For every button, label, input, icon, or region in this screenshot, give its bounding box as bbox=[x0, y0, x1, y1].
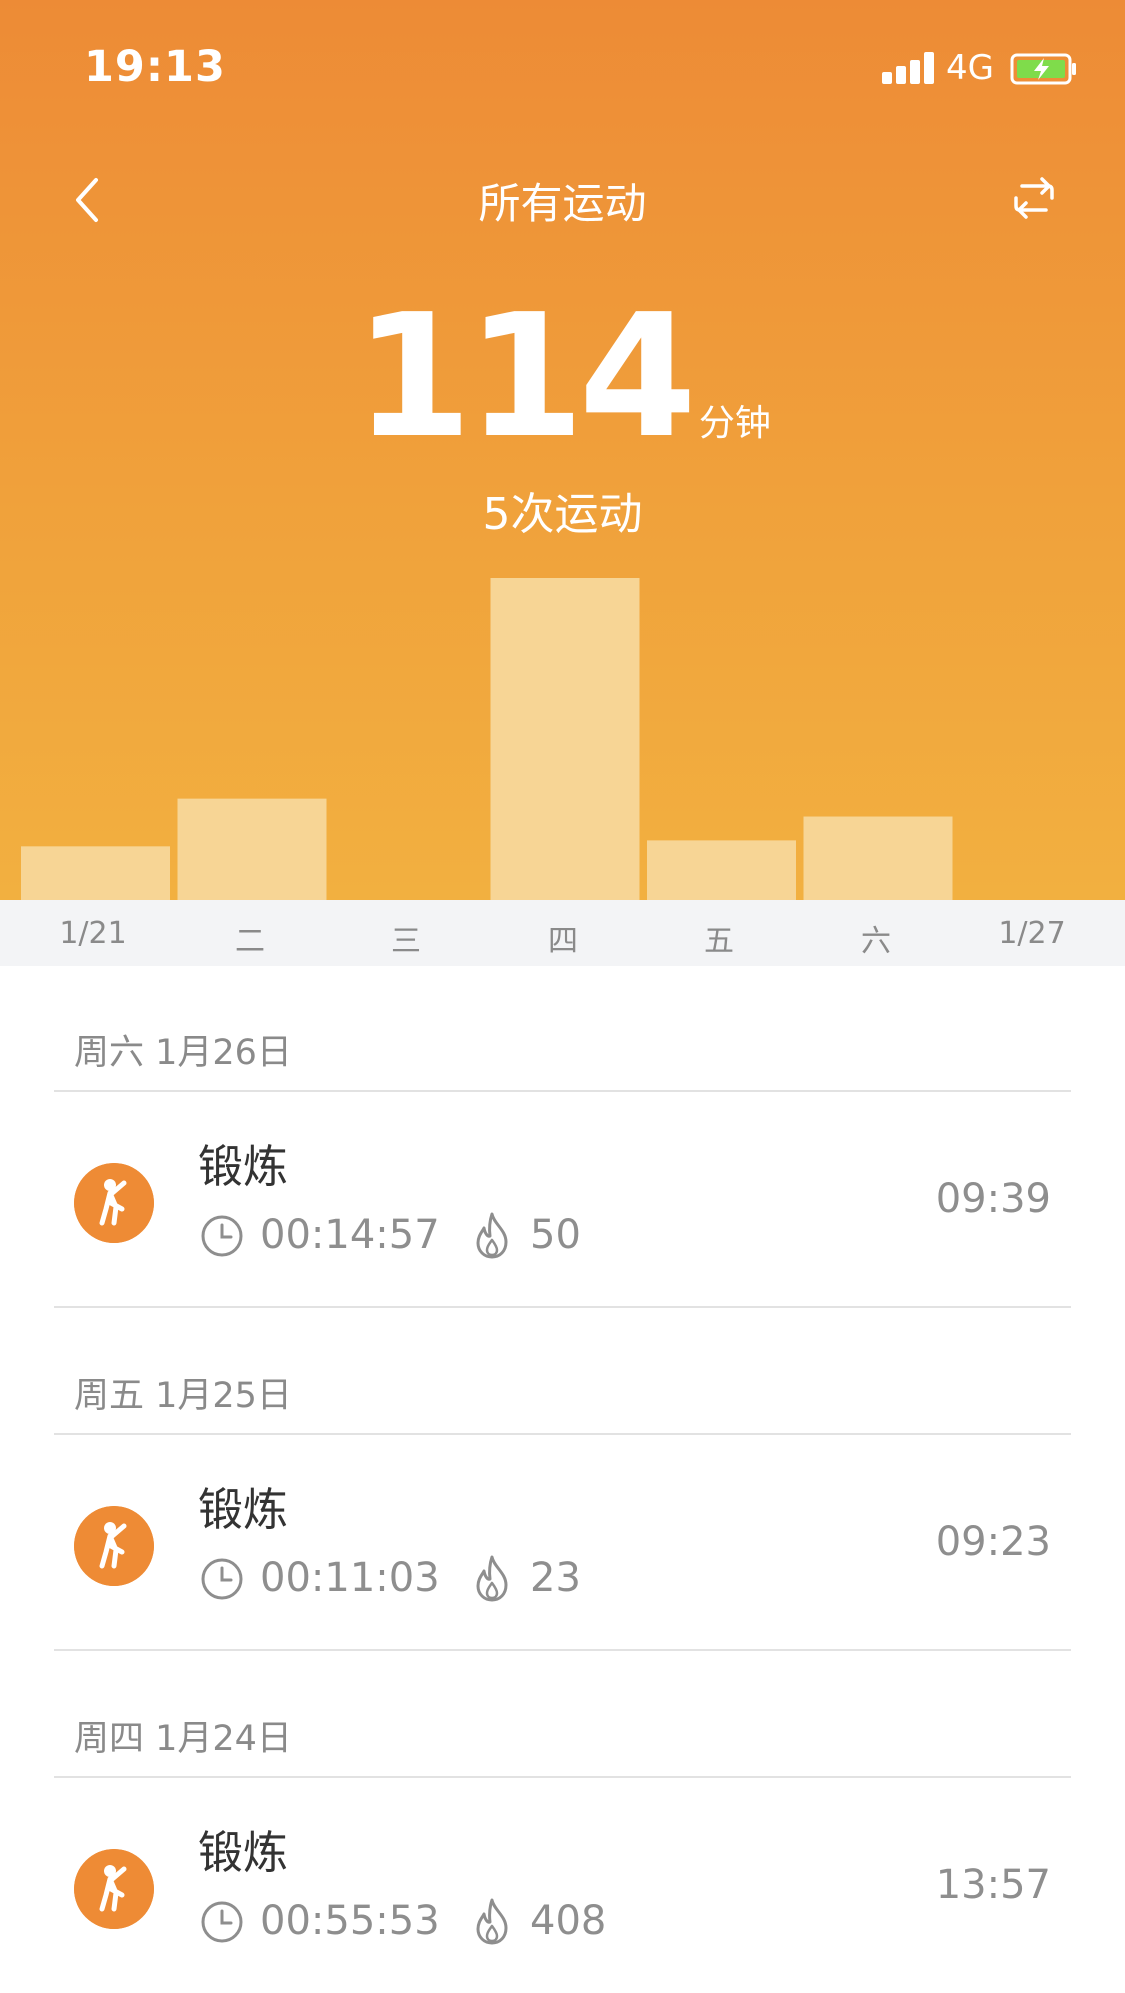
clock-icon bbox=[201, 1901, 243, 1943]
summary-header: 19:13 4G 所有运动 114 分钟 5次运动 bbox=[0, 0, 1125, 900]
x-tick-label: 三 bbox=[391, 924, 421, 959]
flame-icon bbox=[476, 1898, 508, 1945]
workout-time: 09:39 bbox=[935, 1176, 1051, 1222]
workout-title: 锻炼 bbox=[198, 1140, 289, 1193]
clock-icon bbox=[201, 1215, 243, 1257]
total-duration: 114 分钟 bbox=[0, 292, 1125, 462]
x-tick-label: 四 bbox=[548, 924, 578, 959]
workout-calories: 23 bbox=[530, 1555, 581, 1601]
workout-row[interactable]: 锻炼 00:14:57 50 09:39 bbox=[0, 1092, 1125, 1306]
total-unit: 分钟 bbox=[698, 403, 771, 444]
session-count: 5次运动 bbox=[482, 489, 643, 540]
exercise-person-icon bbox=[74, 1163, 154, 1243]
section-date: 周六 1月26日 bbox=[74, 1033, 292, 1073]
workout-calories: 408 bbox=[530, 1898, 607, 1944]
x-tick-label: 1/27 bbox=[998, 916, 1066, 951]
swap-icon[interactable] bbox=[1008, 172, 1060, 224]
chart-x-axis: 1/21 二 三 四 五 六 1/27 bbox=[0, 900, 1125, 966]
page-title: 所有运动 bbox=[478, 179, 647, 228]
x-tick-label: 二 bbox=[235, 924, 265, 959]
weekly-bar-chart bbox=[21, 578, 953, 900]
workout-row[interactable]: 锻炼 00:55:53 408 13:57 bbox=[0, 1778, 1125, 1992]
section-date: 周五 1月25日 bbox=[74, 1376, 292, 1416]
chart-bar-0[interactable] bbox=[21, 846, 170, 900]
flame-icon bbox=[476, 1212, 508, 1259]
chart-bar-1[interactable] bbox=[177, 798, 327, 900]
workout-duration: 00:55:53 bbox=[260, 1898, 440, 1944]
status-time: 19:13 bbox=[84, 42, 226, 92]
section-date: 周四 1月24日 bbox=[74, 1719, 292, 1759]
chart-bar-4[interactable] bbox=[647, 840, 796, 900]
workout-duration: 00:11:03 bbox=[260, 1555, 440, 1601]
workout-time: 09:23 bbox=[935, 1519, 1051, 1565]
workout-row[interactable]: 锻炼 00:11:03 23 09:23 bbox=[0, 1435, 1125, 1649]
x-tick-label: 1/21 bbox=[59, 916, 127, 951]
workout-title: 锻炼 bbox=[198, 1826, 289, 1879]
x-tick-label: 六 bbox=[861, 924, 891, 959]
battery-icon bbox=[1010, 53, 1076, 85]
clock-icon bbox=[201, 1558, 243, 1600]
total-value: 114 bbox=[354, 278, 697, 476]
divider bbox=[54, 1649, 1071, 1651]
flame-icon bbox=[476, 1555, 508, 1602]
chart-bar-3[interactable] bbox=[490, 578, 640, 900]
workout-time: 13:57 bbox=[935, 1862, 1051, 1908]
exercise-person-icon bbox=[74, 1506, 154, 1586]
x-tick-label: 五 bbox=[704, 924, 734, 959]
workout-calories: 50 bbox=[530, 1212, 581, 1258]
exercise-person-icon bbox=[74, 1849, 154, 1929]
workout-duration: 00:14:57 bbox=[260, 1212, 440, 1258]
signal-icon bbox=[882, 52, 936, 84]
network-label: 4G bbox=[946, 48, 994, 88]
chart-bar-5[interactable] bbox=[803, 816, 953, 900]
workout-title: 锻炼 bbox=[198, 1483, 289, 1536]
divider bbox=[54, 1306, 1071, 1308]
